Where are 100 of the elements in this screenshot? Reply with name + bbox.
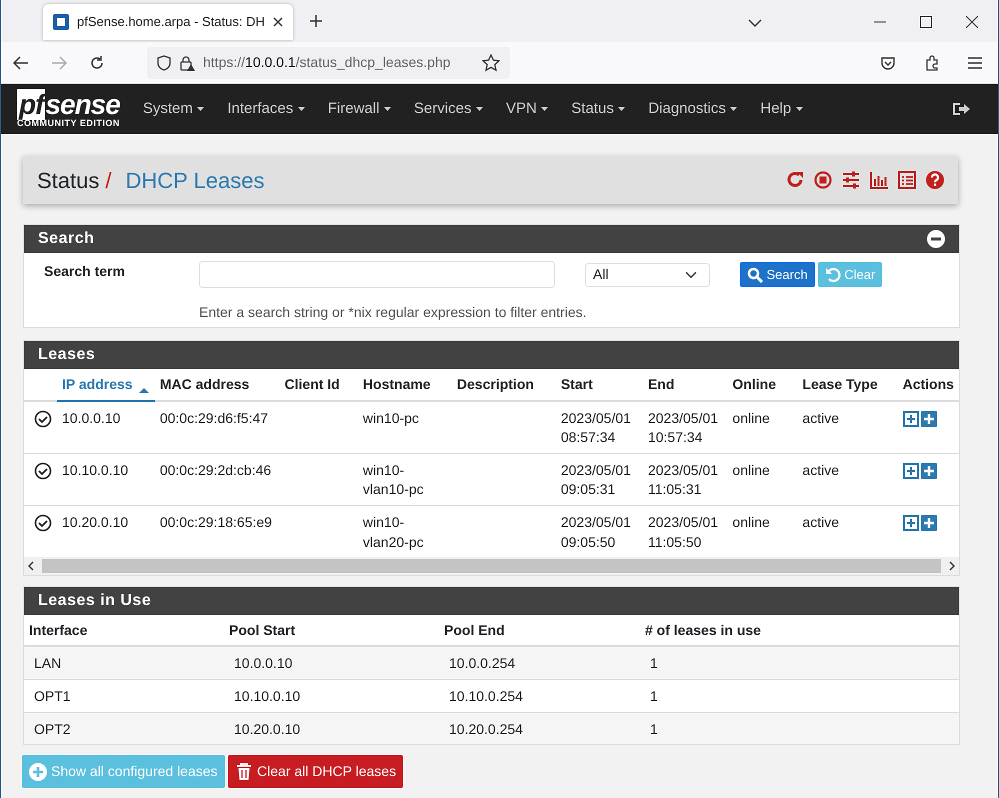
table-cell: 10.0.0.254	[449, 655, 516, 672]
url-text: https://10.0.0.1/status_dhcp_leases.php	[203, 53, 452, 72]
table-cell: LAN	[34, 655, 62, 672]
collapse-icon[interactable]	[927, 230, 945, 248]
table-cell: 10.10.0.254	[449, 688, 523, 704]
nav-menu[interactable]: Help	[751, 98, 813, 120]
trash-icon	[235, 762, 254, 781]
lock-warning-icon	[179, 54, 195, 70]
address-bar[interactable]: https://10.0.0.1/status_dhcp_leases.php	[147, 46, 510, 78]
table-cell: 2023/05/01 08:57:34	[560, 410, 631, 446]
table-cell: 10.20.0.10	[234, 720, 300, 736]
table-cell: active	[802, 514, 839, 530]
column-header[interactable]: End	[648, 376, 674, 392]
column-header: Interface	[29, 622, 88, 638]
column-header[interactable]: Start	[560, 376, 593, 392]
list-icon[interactable]	[898, 170, 916, 190]
reload-icon[interactable]	[89, 54, 105, 70]
table-cell: win10-vlan20-pc	[362, 514, 424, 550]
nav-menu[interactable]: System	[134, 98, 214, 120]
forward-arrow-icon	[51, 56, 67, 70]
breadcrumb-current[interactable]: DHCP Leases	[126, 164, 264, 196]
sort-ascending-icon[interactable]	[138, 387, 149, 394]
table-cell: 2023/05/01 09:05:50	[560, 514, 631, 550]
close-icon[interactable]	[966, 16, 978, 28]
nav-menu[interactable]: Status	[562, 98, 636, 120]
pfsense-logo[interactable]: pfsense	[17, 90, 120, 118]
table-cell: 2023/05/01 11:05:50	[648, 514, 718, 550]
table-cell: win10-pc	[362, 410, 419, 426]
panel-title: Leases	[38, 345, 96, 366]
filter-select[interactable]: All	[585, 262, 710, 287]
search-field[interactable]	[199, 261, 555, 288]
nav-menu[interactable]: Interfaces	[218, 98, 315, 120]
chevron-down-icon[interactable]	[748, 18, 762, 28]
table-cell: 00:0c:29:d6:f5:47	[160, 410, 268, 426]
table-cell: 10.10.0.10	[234, 688, 300, 704]
check-circle-icon	[34, 410, 52, 428]
column-header[interactable]: Online	[732, 376, 776, 392]
column-header[interactable]: Hostname	[362, 376, 431, 392]
close-icon[interactable]	[272, 17, 283, 27]
scroll-right-icon[interactable]	[949, 561, 955, 572]
column-header[interactable]: IP address	[62, 376, 133, 392]
nav-menu[interactable]: VPN	[496, 98, 558, 120]
column-header: # of leases in use	[645, 622, 761, 638]
add-icon[interactable]	[920, 463, 937, 480]
sliders-icon[interactable]	[842, 170, 860, 190]
search-icon	[747, 266, 763, 283]
panel-title: Leases in Use	[38, 591, 152, 612]
table-cell: 1	[650, 720, 658, 736]
table-cell: 2023/05/01 10:57:34	[648, 410, 718, 446]
nav-menu[interactable]: Diagnostics	[639, 98, 748, 120]
caret-icon	[296, 105, 306, 113]
table-cell: 2023/05/01 09:05:31	[560, 462, 631, 498]
help-icon[interactable]	[926, 170, 944, 190]
table-cell: OPT1	[34, 688, 71, 704]
column-header[interactable]: Lease Type	[802, 376, 878, 392]
column-header[interactable]: Description	[456, 376, 534, 392]
nav-menu[interactable]: Firewall	[318, 98, 401, 120]
horizontal-scrollbar[interactable]	[24, 557, 959, 576]
pocket-icon[interactable]	[880, 54, 896, 70]
extensions-icon[interactable]	[924, 54, 940, 70]
logout-icon[interactable]	[952, 101, 970, 117]
add-mapping-icon[interactable]	[902, 515, 919, 532]
column-header[interactable]: Client Id	[284, 376, 340, 392]
column-header: Pool End	[444, 622, 505, 638]
add-mapping-icon[interactable]	[902, 463, 919, 480]
add-icon[interactable]	[920, 410, 937, 427]
check-circle-icon	[34, 514, 52, 532]
table-cell: OPT2	[34, 720, 71, 736]
column-header[interactable]: Actions	[902, 376, 954, 392]
caret-icon	[474, 105, 484, 113]
bar-chart-icon[interactable]	[870, 170, 888, 190]
column-header[interactable]: MAC address	[160, 376, 250, 392]
table-cell: win10-vlan10-pc	[362, 462, 424, 498]
caret-icon	[729, 105, 738, 113]
footer-button[interactable]: Clear all DHCP leases	[228, 755, 404, 788]
star-icon[interactable]	[482, 54, 500, 72]
caret-icon	[794, 105, 804, 113]
menu-icon[interactable]	[968, 56, 982, 68]
add-mapping-icon[interactable]	[902, 410, 919, 427]
shield-icon	[157, 54, 171, 70]
new-tab-icon[interactable]	[308, 14, 323, 28]
table-cell: 10.10.0.10	[62, 462, 128, 478]
back-arrow-icon[interactable]	[13, 56, 29, 70]
caret-icon	[617, 105, 626, 113]
maximize-icon[interactable]	[920, 16, 932, 28]
check-circle-icon	[34, 462, 52, 480]
undo-icon	[824, 266, 841, 283]
add-icon[interactable]	[920, 515, 937, 532]
table-cell: 00:0c:29:2d:cb:46	[160, 462, 272, 478]
stop-circle-icon[interactable]	[814, 170, 832, 190]
scroll-left-icon[interactable]	[28, 561, 34, 572]
table-cell: 00:0c:29:18:65:e9	[160, 514, 272, 530]
table-cell: 2023/05/01 11:05:31	[648, 462, 718, 498]
table-cell: active	[802, 462, 839, 478]
browser-tab[interactable]: pfSense.home.arpa - Status: DH	[43, 4, 293, 40]
breadcrumb-separator: /	[105, 166, 112, 194]
search-button[interactable]: Search	[740, 262, 815, 288]
help-text: Enter a search string or *nix regular expression to filter entries.	[199, 303, 588, 322]
nav-menu[interactable]: Services	[404, 98, 493, 120]
field-label: Search term	[44, 262, 126, 281]
